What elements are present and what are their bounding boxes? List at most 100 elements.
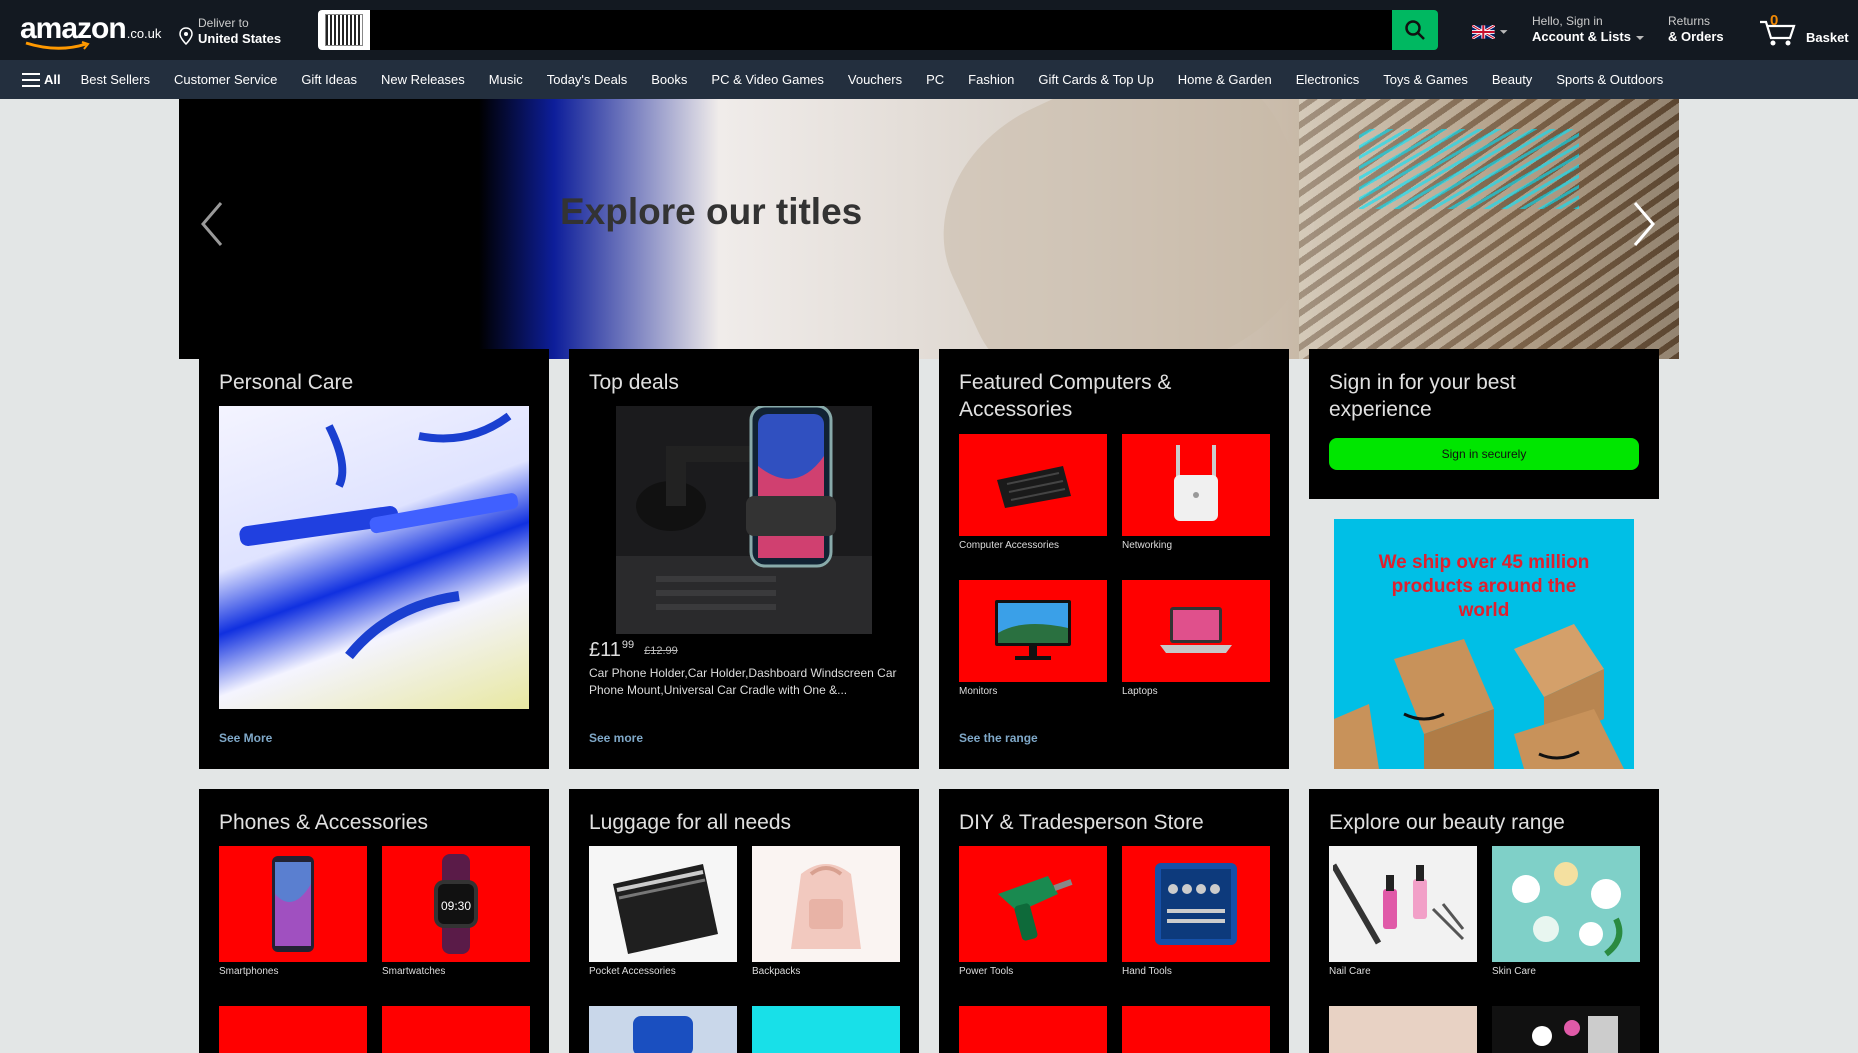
makeup-icon [1532, 1016, 1618, 1053]
tile-power-tools[interactable]: Power Tools [959, 846, 1107, 977]
account-menu[interactable]: Hello, Sign in Account & Lists [1532, 14, 1645, 44]
carousel-next-icon[interactable] [1629, 199, 1659, 249]
card-title: Featured Computers & Accessories [959, 371, 1172, 421]
smartphone-icon [272, 856, 314, 952]
tile-label: Skin Care [1492, 966, 1536, 977]
top-navbar: amazon.co.uk Deliver to United States He… [0, 0, 1858, 60]
nav-link-books[interactable]: Books [651, 72, 687, 87]
shipping-boxes-icon [1334, 624, 1624, 769]
all-label: All [44, 72, 61, 87]
see-the-range-link[interactable]: See the range [959, 731, 1038, 745]
basket-count: 0 [1770, 12, 1779, 29]
product-image-phone-holder[interactable] [616, 404, 872, 634]
logo-smile-icon [25, 41, 90, 50]
tile-skin-care[interactable]: Skin Care [1492, 846, 1640, 977]
keyboard-icon [997, 466, 1071, 508]
hero-title: Explore our titles [560, 191, 863, 232]
nav-link-electronics[interactable]: Electronics [1296, 72, 1360, 87]
tile-pocket-accessories[interactable]: Pocket Accessories [589, 846, 737, 977]
backpack-icon [791, 864, 861, 949]
hero-carousel[interactable]: Explore our titles [179, 99, 1679, 359]
tile-laptops[interactable]: Laptops [1122, 580, 1270, 697]
tile-hand-tools[interactable]: Hand Tools [1122, 846, 1270, 977]
nav-link-home-garden[interactable]: Home & Garden [1178, 72, 1272, 87]
search-input[interactable] [370, 10, 1392, 50]
tile-placeholder[interactable] [219, 1006, 367, 1053]
nav-link-todays-deals[interactable]: Today's Deals [547, 72, 628, 87]
nav-link-new-releases[interactable]: New Releases [381, 72, 465, 87]
uk-flag-icon [1472, 25, 1495, 39]
all-menu-button[interactable]: All [22, 72, 61, 87]
nav-link-beauty[interactable]: Beauty [1492, 72, 1532, 87]
laptop-icon [1160, 607, 1232, 653]
tile-nail-care[interactable]: Nail Care [1329, 846, 1477, 977]
card-signin: Sign in for your best experience Sign in… [1309, 349, 1659, 499]
nav-link-fashion[interactable]: Fashion [968, 72, 1014, 87]
chevron-down-icon [1635, 36, 1644, 40]
nav-link-toys-games[interactable]: Toys & Games [1383, 72, 1468, 87]
nav-link-gift-cards[interactable]: Gift Cards & Top Up [1038, 72, 1153, 87]
returns-orders[interactable]: Returns & Orders [1668, 14, 1724, 44]
drill-icon [998, 876, 1073, 941]
tile-placeholder[interactable] [752, 1006, 900, 1053]
carousel-prev-icon[interactable] [197, 199, 227, 249]
tile-label: Computer Accessories [959, 540, 1060, 551]
tile-placeholder[interactable] [959, 1006, 1107, 1053]
tile-smartwatches[interactable]: 09:30 Smartwatches [382, 846, 530, 977]
account-greeting: Hello, Sign in [1532, 14, 1603, 28]
card-beauty: Explore our beauty range Nail Care Skin … [1309, 789, 1659, 1053]
basket-label: Basket [1806, 30, 1849, 45]
card-title: Explore our beauty range [1329, 811, 1565, 834]
skin-care-icon [1512, 862, 1623, 957]
tile-smartphones[interactable]: Smartphones [219, 846, 367, 977]
location-pin-icon [179, 27, 193, 45]
tile-label: Networking [1122, 540, 1173, 551]
card-featured-computers: Featured Computers & Accessories Compute… [939, 349, 1289, 769]
card-diy: DIY & Tradesperson Store Power Tools Han… [939, 789, 1289, 1053]
tile-networking[interactable]: Networking [1122, 434, 1270, 551]
deal-product-name[interactable]: Car Phone Holder,Car Holder,Dashboard Wi… [589, 665, 903, 699]
nav-link-sports-outdoors[interactable]: Sports & Outdoors [1556, 72, 1663, 87]
deal-price-value: £11 [589, 639, 621, 661]
personal-care-image[interactable] [219, 406, 529, 709]
tile-label: Smartwatches [382, 966, 446, 977]
deliver-to[interactable]: Deliver to United States [178, 14, 281, 48]
tile-label: Power Tools [959, 966, 1014, 977]
logo-tld: .co.uk [126, 26, 162, 41]
nav-link-customer-service[interactable]: Customer Service [174, 72, 277, 87]
basket-button[interactable]: 0 Basket [1758, 10, 1849, 50]
deliver-location: United States [198, 31, 282, 46]
nav-link-pc-video-games[interactable]: PC & Video Games [711, 72, 823, 87]
chevron-down-icon [1499, 30, 1508, 34]
tile-placeholder[interactable] [382, 1006, 530, 1053]
nav-link-pc[interactable]: PC [926, 72, 944, 87]
tile-placeholder[interactable] [1329, 1006, 1477, 1053]
returns-label: Returns [1668, 14, 1711, 28]
nav-link-music[interactable]: Music [489, 72, 523, 87]
tile-placeholder[interactable] [1122, 1006, 1270, 1053]
nav-link-gift-ideas[interactable]: Gift Ideas [301, 72, 357, 87]
search-button[interactable] [1392, 10, 1438, 50]
amazon-logo[interactable]: amazon.co.uk [20, 12, 162, 50]
shipping-promo-banner[interactable]: We ship over 45 million products around … [1334, 519, 1634, 769]
tile-computer-accessories[interactable]: Computer Accessories [959, 434, 1107, 551]
see-more-link[interactable]: See more [589, 731, 643, 745]
tile-placeholder[interactable] [1492, 1006, 1640, 1053]
tile-backpacks[interactable]: Backpacks [752, 846, 900, 977]
toolbox-icon [1155, 863, 1237, 945]
tile-placeholder[interactable] [589, 1006, 737, 1053]
card-title: Luggage for all needs [589, 811, 791, 834]
tile-monitors[interactable]: Monitors [959, 580, 1107, 697]
nav-link-vouchers[interactable]: Vouchers [848, 72, 902, 87]
language-selector[interactable] [1472, 24, 1508, 40]
see-more-link[interactable]: See More [219, 731, 272, 745]
search-category-dropdown[interactable] [318, 10, 370, 50]
nav-link-best-sellers[interactable]: Best Sellers [81, 72, 150, 87]
sign-in-button[interactable]: Sign in securely [1329, 438, 1639, 470]
card-phones-accessories: Phones & Accessories Smartphones 09:30 S… [199, 789, 549, 1053]
account-label: Account & Lists [1532, 29, 1631, 44]
secondary-navbar: All Best Sellers Customer Service Gift I… [0, 60, 1858, 99]
tile-label: Pocket Accessories [589, 966, 676, 977]
card-luggage: Luggage for all needs Pocket Accessories… [569, 789, 919, 1053]
deal-was-price: £12.99 [644, 645, 678, 657]
